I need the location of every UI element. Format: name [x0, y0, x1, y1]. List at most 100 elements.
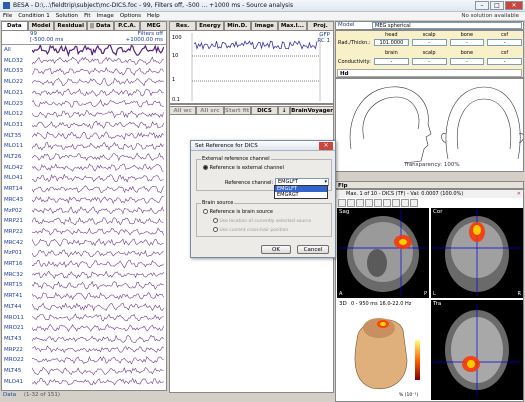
channel-label: MLO41	[4, 175, 23, 182]
settings-icon[interactable]	[392, 198, 400, 207]
zoom-icon[interactable]	[347, 198, 355, 207]
channel-trace	[32, 206, 164, 215]
channel-label: MRC42	[4, 239, 24, 246]
rad-bone-input[interactable]: -	[449, 39, 485, 46]
head-view[interactable]: Transparency: 100%	[335, 78, 524, 172]
tab-data[interactable]: Data	[1, 21, 28, 30]
channel-label: MLO33	[4, 68, 23, 75]
channel-trace	[32, 334, 164, 343]
tab-abs-data[interactable]: || Data ||	[86, 21, 114, 37]
time-end: +1000.00 ms	[125, 37, 163, 43]
tab-energy[interactable]: Energy	[196, 21, 224, 30]
title-bar: BESA - D:\...\fieldtrip\subject\mc-DICS.…	[0, 0, 525, 12]
channel-trace	[32, 313, 164, 322]
cond-scalp-input[interactable]: -	[411, 58, 447, 65]
channel-trace	[32, 99, 164, 108]
tab-model[interactable]: Model	[27, 21, 55, 30]
rad-scalp-input[interactable]: -	[411, 39, 447, 46]
radio-brain[interactable]	[203, 209, 208, 214]
next-icon[interactable]	[374, 198, 382, 207]
channel-label: All	[4, 47, 11, 53]
print-icon[interactable]	[410, 198, 418, 207]
sagittal-view[interactable]: Sag A P	[337, 208, 429, 298]
set-reference-dialog: Set Reference for DICS ✕ External refere…	[190, 140, 336, 258]
footer-label: Data	[3, 392, 17, 398]
col-bone2: bone	[460, 50, 474, 56]
col-head: head	[385, 32, 398, 38]
menu-file[interactable]: File	[3, 13, 12, 19]
gfp-trace	[191, 33, 321, 101]
tab-arrow[interactable]: ↓	[278, 106, 291, 115]
model-select[interactable]: MEG spherical	[372, 22, 522, 29]
coronal-view[interactable]: Cor L R	[431, 208, 523, 298]
data-panel: Data Model Residual || Data || P.C.A. ME…	[1, 21, 168, 402]
tab-mind[interactable]: Min.D.	[223, 21, 251, 30]
channel-label: MLO41	[4, 378, 23, 385]
minimize-button[interactable]: –	[475, 1, 489, 10]
hd-bar: Hd	[337, 69, 522, 77]
cancel-button[interactable]: Cancel	[297, 245, 329, 254]
rotate-icon[interactable]	[383, 198, 391, 207]
menu-condition[interactable]: Condition 1	[18, 13, 50, 19]
radio-sub1[interactable]	[213, 218, 218, 223]
menu-solution[interactable]: Solution	[56, 13, 78, 19]
source-bottom-tabs: All wc All src Start fit DICS ↓ BrainVoy…	[169, 106, 334, 115]
radio-external-row[interactable]: Reference is external channel	[203, 165, 284, 171]
channel-trace	[32, 345, 164, 354]
tab-all-wc[interactable]: All wc	[169, 106, 197, 115]
cond-csf-input[interactable]: -	[487, 58, 522, 65]
radio-brain-label: Reference is brain source	[209, 209, 273, 215]
dialog-close-button[interactable]: ✕	[319, 142, 333, 150]
mri-close-icon[interactable]: ✕	[517, 190, 521, 198]
waveform-area[interactable]: 99 [-500.00 ms Filters off +1000.00 ms A…	[1, 30, 167, 391]
prev-icon[interactable]	[365, 198, 373, 207]
tab-residual[interactable]: Residual	[54, 21, 87, 30]
maximize-button[interactable]: □	[490, 1, 504, 10]
channel-label: MRO22	[4, 357, 24, 364]
cond-bone-input[interactable]: -	[449, 58, 485, 65]
search-icon[interactable]	[356, 198, 364, 207]
channel-label: MLO12	[4, 111, 23, 118]
menu-image[interactable]: Image	[97, 13, 114, 19]
tab-all-src[interactable]: All src	[196, 106, 224, 115]
hd-label: Hd	[340, 71, 349, 77]
brain-source-group-label: Brain source	[201, 200, 235, 206]
cond-brain-input[interactable]: -	[374, 58, 409, 65]
tab-image[interactable]: Image	[250, 21, 278, 30]
tab-brainvoyager[interactable]: BrainVoyager	[290, 106, 334, 115]
rad-csf-input[interactable]: -	[487, 39, 522, 46]
tab-dics[interactable]: DICS	[250, 106, 279, 115]
rad-head-input[interactable]: 101.0000	[374, 39, 409, 46]
channel-trace	[32, 323, 164, 333]
tab-start-fit[interactable]: Start fit	[223, 106, 251, 115]
crosshair-icon[interactable]	[338, 198, 346, 207]
export-icon[interactable]	[401, 198, 409, 207]
menu-help[interactable]: Help	[147, 13, 160, 19]
dropdown-option-2[interactable]: EMGRGT	[275, 192, 327, 198]
radio-sub2[interactable]	[213, 227, 218, 232]
tab-maxi[interactable]: Max.I...	[277, 21, 307, 30]
tab-resvar[interactable]: Res. Var.	[169, 21, 197, 37]
channel-label: MLO11	[4, 143, 23, 150]
3d-view[interactable]: 3D 0 - 950 ms 16.0-22.0 Hz % (10⁻¹)	[337, 300, 429, 400]
close-button[interactable]: ✕	[505, 1, 523, 10]
radio-external-label: Reference is external channel	[209, 165, 284, 171]
menu-fit[interactable]: Fit	[84, 13, 90, 19]
transverse-view[interactable]: Tra	[431, 300, 523, 400]
ok-button[interactable]: OK	[261, 245, 291, 254]
radio-sub1-row[interactable]: Use location of currently selected sourc…	[213, 218, 311, 224]
channel-label: MLT35	[4, 132, 22, 139]
channel-trace	[32, 270, 164, 280]
gfp-plot[interactable]: GFP RC 1 100 10 1 0.1	[169, 30, 334, 104]
tab-pca[interactable]: P.C.A.	[113, 21, 141, 30]
tab-proj[interactable]: Proj.	[306, 21, 335, 30]
channel-label: MzP02	[4, 207, 22, 214]
col-scalp2: scalp	[422, 50, 436, 56]
radio-external[interactable]	[203, 165, 208, 170]
app-icon	[3, 2, 10, 9]
tab-meg[interactable]: MEG	[140, 21, 168, 30]
radio-sub2-row[interactable]: Use current cross-hair position	[213, 227, 288, 233]
radio-brain-row[interactable]: Reference is brain source	[203, 209, 273, 215]
channel-trace	[32, 366, 164, 376]
menu-options[interactable]: Options	[120, 13, 141, 19]
